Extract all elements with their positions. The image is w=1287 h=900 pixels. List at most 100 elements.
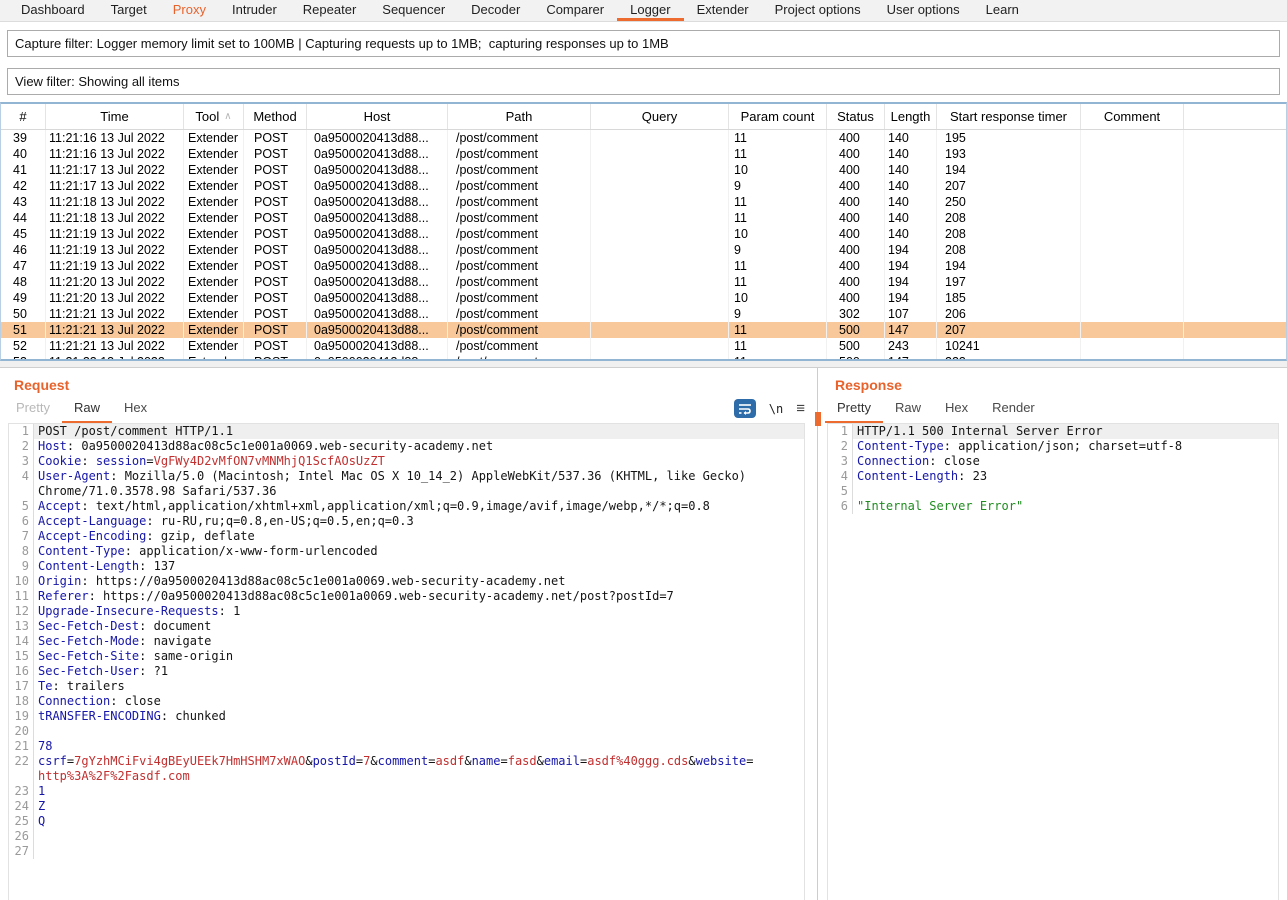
line-number: 12 (9, 604, 34, 619)
table-cell: 11:21:20 13 Jul 2022 (46, 274, 184, 290)
table-row[interactable]: 5211:21:21 13 Jul 2022ExtenderPOST0a9500… (1, 338, 1286, 354)
table-cell: 11:21:18 13 Jul 2022 (46, 194, 184, 210)
sort-ascending-icon: ∧ (224, 111, 231, 122)
table-cell: /post/comment (448, 146, 591, 162)
column-header-start-response-timer[interactable]: Start response timer (937, 104, 1081, 129)
table-cell: 0a9500020413d88... (307, 226, 448, 242)
table-row[interactable]: 4311:21:18 13 Jul 2022ExtenderPOST0a9500… (1, 194, 1286, 210)
table-row[interactable]: 4711:21:19 13 Jul 2022ExtenderPOST0a9500… (1, 258, 1286, 274)
column-header-comment[interactable]: Comment (1081, 104, 1184, 129)
line-number: 9 (9, 559, 34, 574)
table-row[interactable]: 4911:21:20 13 Jul 2022ExtenderPOST0a9500… (1, 290, 1286, 306)
column-header--[interactable]: # (1, 104, 46, 129)
menu-tab-comparer[interactable]: Comparer (533, 0, 617, 21)
line-content: tRANSFER-ENCODING: chunked (34, 709, 804, 724)
column-header-host[interactable]: Host (307, 104, 448, 129)
table-cell: 11:21:19 13 Jul 2022 (46, 258, 184, 274)
line-content (34, 724, 804, 739)
word-wrap-icon[interactable] (734, 399, 756, 418)
editor-line: Chrome/71.0.3578.98 Safari/537.36 (9, 484, 804, 499)
menu-tab-project-options[interactable]: Project options (762, 0, 874, 21)
table-cell: Extender (184, 258, 244, 274)
column-header-query[interactable]: Query (591, 104, 729, 129)
table-row[interactable]: 4611:21:19 13 Jul 2022ExtenderPOST0a9500… (1, 242, 1286, 258)
table-row[interactable]: 4411:21:18 13 Jul 2022ExtenderPOST0a9500… (1, 210, 1286, 226)
table-row[interactable]: 5111:21:21 13 Jul 2022ExtenderPOST0a9500… (1, 322, 1286, 338)
menu-tab-proxy[interactable]: Proxy (160, 0, 219, 21)
menu-tab-learn[interactable]: Learn (973, 0, 1032, 21)
editor-line: 3Connection: close (828, 454, 1278, 469)
menu-tab-target[interactable]: Target (98, 0, 160, 21)
table-row[interactable]: 3911:21:16 13 Jul 2022ExtenderPOST0a9500… (1, 130, 1286, 146)
horizontal-splitter[interactable] (0, 361, 1287, 368)
table-cell: 47 (1, 258, 46, 274)
table-cell (1081, 258, 1184, 274)
line-content: Upgrade-Insecure-Requests: 1 (34, 604, 804, 619)
column-header-param-count[interactable]: Param count (729, 104, 827, 129)
table-row[interactable]: 4111:21:17 13 Jul 2022ExtenderPOST0a9500… (1, 162, 1286, 178)
table-row[interactable]: 4211:21:17 13 Jul 2022ExtenderPOST0a9500… (1, 178, 1286, 194)
table-row[interactable]: 4511:21:19 13 Jul 2022ExtenderPOST0a9500… (1, 226, 1286, 242)
column-header-time[interactable]: Time (46, 104, 184, 129)
table-cell: 11:21:17 13 Jul 2022 (46, 162, 184, 178)
column-header-path[interactable]: Path (448, 104, 591, 129)
menu-tab-decoder[interactable]: Decoder (458, 0, 533, 21)
table-cell-filler (1184, 162, 1286, 178)
editor-line: 19tRANSFER-ENCODING: chunked (9, 709, 804, 724)
column-header-status[interactable]: Status (827, 104, 885, 129)
column-header-method[interactable]: Method (244, 104, 307, 129)
tab-raw[interactable]: Raw (883, 395, 933, 423)
editor-line: 1POST /post/comment HTTP/1.1 (9, 424, 804, 439)
capture-filter-bar[interactable]: Capture filter: Logger memory limit set … (7, 30, 1280, 57)
menu-tab-user-options[interactable]: User options (874, 0, 973, 21)
menu-tab-logger[interactable]: Logger (617, 0, 683, 21)
editor-line: 3Cookie: session=VgFWy4D2vMfON7vMNMhjQ1S… (9, 454, 804, 469)
editor-menu-icon[interactable]: ≡ (796, 401, 805, 416)
table-cell: 223 (937, 354, 1081, 361)
vertical-splitter[interactable] (817, 368, 821, 900)
table-cell (591, 242, 729, 258)
table-cell (591, 162, 729, 178)
table-cell: 10 (729, 290, 827, 306)
table-cell: 11 (729, 338, 827, 354)
table-cell: POST (244, 226, 307, 242)
column-header-tool[interactable]: Tool∧ (184, 104, 244, 129)
editor-line: 10Origin: https://0a9500020413d88ac08c5c… (9, 574, 804, 589)
log-table: #TimeTool∧MethodHostPathQueryParam count… (0, 102, 1287, 361)
response-editor[interactable]: 1HTTP/1.1 500 Internal Server Error2Cont… (827, 423, 1279, 900)
tab-hex[interactable]: Hex (112, 395, 159, 423)
table-cell (1081, 290, 1184, 306)
table-header-row: #TimeTool∧MethodHostPathQueryParam count… (1, 104, 1286, 130)
tab-render[interactable]: Render (980, 395, 1047, 423)
menu-tab-extender[interactable]: Extender (684, 0, 762, 21)
table-cell: POST (244, 210, 307, 226)
menu-tab-intruder[interactable]: Intruder (219, 0, 290, 21)
tab-hex[interactable]: Hex (933, 395, 980, 423)
menu-tab-repeater[interactable]: Repeater (290, 0, 369, 21)
tab-pretty[interactable]: Pretty (825, 395, 883, 423)
table-row[interactable]: 5011:21:21 13 Jul 2022ExtenderPOST0a9500… (1, 306, 1286, 322)
tab-raw[interactable]: Raw (62, 395, 112, 423)
table-row[interactable]: 4811:21:20 13 Jul 2022ExtenderPOST0a9500… (1, 274, 1286, 290)
line-content: Q (34, 814, 804, 829)
view-filter-bar[interactable]: View filter: Showing all items (7, 68, 1280, 95)
table-cell (1081, 306, 1184, 322)
menu-tab-dashboard[interactable]: Dashboard (8, 0, 98, 21)
table-cell (1081, 338, 1184, 354)
table-cell: POST (244, 258, 307, 274)
editor-line: 9Content-Length: 137 (9, 559, 804, 574)
line-number: 6 (828, 499, 853, 514)
menu-bar: DashboardTargetProxyIntruderRepeaterSequ… (0, 0, 1287, 22)
request-editor[interactable]: 1POST /post/comment HTTP/1.12Host: 0a950… (8, 423, 805, 900)
table-cell: POST (244, 194, 307, 210)
table-row[interactable]: 5311:21:22 13 Jul 2022ExtenderPOST0a9500… (1, 354, 1286, 361)
table-cell-filler (1184, 210, 1286, 226)
column-header-length[interactable]: Length (885, 104, 937, 129)
table-cell: 400 (827, 146, 885, 162)
table-cell: 208 (937, 242, 1081, 258)
line-content: Connection: close (34, 694, 804, 709)
newline-toggle-icon[interactable]: \n (769, 402, 783, 416)
table-row[interactable]: 4011:21:16 13 Jul 2022ExtenderPOST0a9500… (1, 146, 1286, 162)
menu-tab-sequencer[interactable]: Sequencer (369, 0, 458, 21)
table-cell: 11:21:17 13 Jul 2022 (46, 178, 184, 194)
